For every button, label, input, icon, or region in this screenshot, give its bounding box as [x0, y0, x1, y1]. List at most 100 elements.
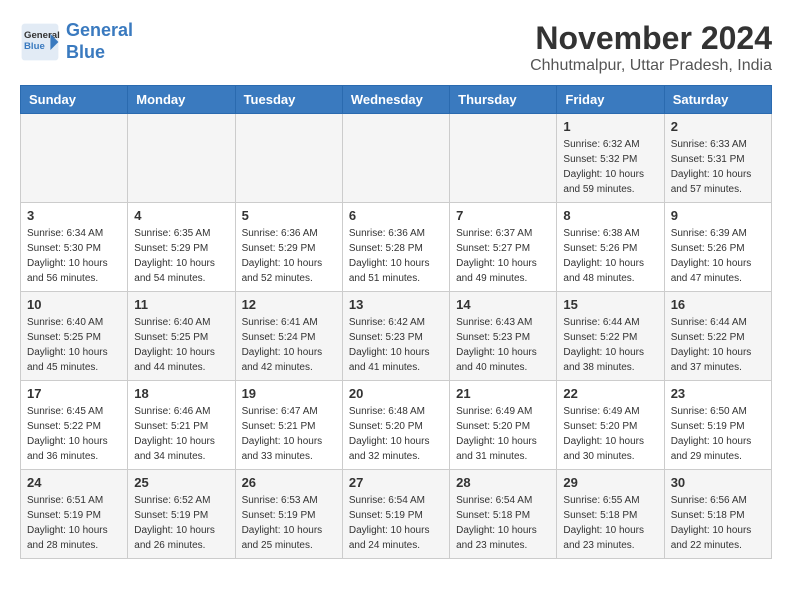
day-info: Sunrise: 6:55 AMSunset: 5:18 PMDaylight:… [563, 493, 657, 553]
day-info: Sunrise: 6:37 AMSunset: 5:27 PMDaylight:… [456, 226, 550, 286]
calendar-cell: 2 Sunrise: 6:33 AMSunset: 5:31 PMDaylight… [664, 114, 771, 203]
calendar-cell: 29 Sunrise: 6:55 AMSunset: 5:18 PMDayligh… [557, 470, 664, 559]
calendar-week-row: 3 Sunrise: 6:34 AMSunset: 5:30 PMDaylight… [21, 203, 772, 292]
day-number: 12 [242, 297, 336, 312]
calendar-cell: 20 Sunrise: 6:48 AMSunset: 5:20 PMDayligh… [342, 381, 449, 470]
day-info: Sunrise: 6:49 AMSunset: 5:20 PMDaylight:… [456, 404, 550, 464]
calendar-cell: 30Sunrise: 6:56 AMSunset: 5:18 PMDayligh… [664, 470, 771, 559]
day-info: Sunrise: 6:38 AMSunset: 5:26 PMDaylight:… [563, 226, 657, 286]
day-info: Sunrise: 6:42 AMSunset: 5:23 PMDaylight:… [349, 315, 443, 375]
calendar-table: SundayMondayTuesdayWednesdayThursdayFrid… [20, 85, 772, 559]
day-info: Sunrise: 6:40 AMSunset: 5:25 PMDaylight:… [134, 315, 228, 375]
logo: General Blue General Blue [20, 20, 133, 63]
calendar-week-row: 24Sunrise: 6:51 AMSunset: 5:19 PMDayligh… [21, 470, 772, 559]
calendar-cell: 1 Sunrise: 6:32 AMSunset: 5:32 PMDaylight… [557, 114, 664, 203]
day-number: 15 [563, 297, 657, 312]
calendar-cell: 19Sunrise: 6:47 AMSunset: 5:21 PMDayligh… [235, 381, 342, 470]
day-number: 20 [349, 386, 443, 401]
calendar-cell: 4 Sunrise: 6:35 AMSunset: 5:29 PMDaylight… [128, 203, 235, 292]
day-header-thursday: Thursday [450, 86, 557, 114]
calendar-cell: 10Sunrise: 6:40 AMSunset: 5:25 PMDayligh… [21, 292, 128, 381]
day-info: Sunrise: 6:32 AMSunset: 5:32 PMDaylight:… [563, 137, 657, 197]
day-info: Sunrise: 6:51 AMSunset: 5:19 PMDaylight:… [27, 493, 121, 553]
day-info: Sunrise: 6:36 AMSunset: 5:29 PMDaylight:… [242, 226, 336, 286]
calendar-cell: 25Sunrise: 6:52 AMSunset: 5:19 PMDayligh… [128, 470, 235, 559]
title-section: November 2024 Chhutmalpur, Uttar Pradesh… [530, 20, 772, 75]
day-number: 23 [671, 386, 765, 401]
day-info: Sunrise: 6:54 AMSunset: 5:19 PMDaylight:… [349, 493, 443, 553]
calendar-cell: 23 Sunrise: 6:50 AMSunset: 5:19 PMDayligh… [664, 381, 771, 470]
day-header-sunday: Sunday [21, 86, 128, 114]
day-info: Sunrise: 6:46 AMSunset: 5:21 PMDaylight:… [134, 404, 228, 464]
day-info: Sunrise: 6:39 AMSunset: 5:26 PMDaylight:… [671, 226, 765, 286]
calendar-week-row: 1 Sunrise: 6:32 AMSunset: 5:32 PMDaylight… [21, 114, 772, 203]
day-info: Sunrise: 6:44 AMSunset: 5:22 PMDaylight:… [563, 315, 657, 375]
day-info: Sunrise: 6:56 AMSunset: 5:18 PMDaylight:… [671, 493, 765, 553]
day-number: 2 [671, 119, 765, 134]
day-number: 27 [349, 475, 443, 490]
calendar-cell [342, 114, 449, 203]
day-header-monday: Monday [128, 86, 235, 114]
logo-text: General Blue [66, 20, 133, 63]
calendar-header-row: SundayMondayTuesdayWednesdayThursdayFrid… [21, 86, 772, 114]
svg-text:Blue: Blue [24, 41, 45, 52]
calendar-cell: 5 Sunrise: 6:36 AMSunset: 5:29 PMDaylight… [235, 203, 342, 292]
calendar-cell: 3 Sunrise: 6:34 AMSunset: 5:30 PMDaylight… [21, 203, 128, 292]
calendar-cell [235, 114, 342, 203]
day-number: 26 [242, 475, 336, 490]
day-number: 8 [563, 208, 657, 223]
day-info: Sunrise: 6:50 AMSunset: 5:19 PMDaylight:… [671, 404, 765, 464]
day-number: 16 [671, 297, 765, 312]
calendar-cell: 8 Sunrise: 6:38 AMSunset: 5:26 PMDaylight… [557, 203, 664, 292]
day-number: 18 [134, 386, 228, 401]
calendar-cell [450, 114, 557, 203]
day-header-wednesday: Wednesday [342, 86, 449, 114]
calendar-cell: 9 Sunrise: 6:39 AMSunset: 5:26 PMDaylight… [664, 203, 771, 292]
day-number: 29 [563, 475, 657, 490]
calendar-title: November 2024 [530, 20, 772, 57]
day-info: Sunrise: 6:34 AMSunset: 5:30 PMDaylight:… [27, 226, 121, 286]
day-info: Sunrise: 6:43 AMSunset: 5:23 PMDaylight:… [456, 315, 550, 375]
day-info: Sunrise: 6:33 AMSunset: 5:31 PMDaylight:… [671, 137, 765, 197]
day-number: 3 [27, 208, 121, 223]
day-number: 11 [134, 297, 228, 312]
page-header: General Blue General Blue November 2024 … [20, 20, 772, 75]
day-number: 1 [563, 119, 657, 134]
calendar-cell: 24Sunrise: 6:51 AMSunset: 5:19 PMDayligh… [21, 470, 128, 559]
day-number: 5 [242, 208, 336, 223]
day-header-saturday: Saturday [664, 86, 771, 114]
day-info: Sunrise: 6:44 AMSunset: 5:22 PMDaylight:… [671, 315, 765, 375]
calendar-cell: 22Sunrise: 6:49 AMSunset: 5:20 PMDayligh… [557, 381, 664, 470]
day-info: Sunrise: 6:36 AMSunset: 5:28 PMDaylight:… [349, 226, 443, 286]
calendar-cell: 17Sunrise: 6:45 AMSunset: 5:22 PMDayligh… [21, 381, 128, 470]
day-number: 4 [134, 208, 228, 223]
day-number: 14 [456, 297, 550, 312]
calendar-week-row: 17Sunrise: 6:45 AMSunset: 5:22 PMDayligh… [21, 381, 772, 470]
day-info: Sunrise: 6:48 AMSunset: 5:20 PMDaylight:… [349, 404, 443, 464]
calendar-cell: 7Sunrise: 6:37 AMSunset: 5:27 PMDaylight… [450, 203, 557, 292]
calendar-cell: 14 Sunrise: 6:43 AMSunset: 5:23 PMDayligh… [450, 292, 557, 381]
day-number: 19 [242, 386, 336, 401]
calendar-cell: 12 Sunrise: 6:41 AMSunset: 5:24 PMDayligh… [235, 292, 342, 381]
day-info: Sunrise: 6:53 AMSunset: 5:19 PMDaylight:… [242, 493, 336, 553]
day-info: Sunrise: 6:52 AMSunset: 5:19 PMDaylight:… [134, 493, 228, 553]
day-info: Sunrise: 6:54 AMSunset: 5:18 PMDaylight:… [456, 493, 550, 553]
calendar-cell: 11 Sunrise: 6:40 AMSunset: 5:25 PMDayligh… [128, 292, 235, 381]
day-number: 21 [456, 386, 550, 401]
day-number: 6 [349, 208, 443, 223]
day-number: 10 [27, 297, 121, 312]
calendar-cell: 18 Sunrise: 6:46 AMSunset: 5:21 PMDayligh… [128, 381, 235, 470]
calendar-cell: 28 Sunrise: 6:54 AMSunset: 5:18 PMDayligh… [450, 470, 557, 559]
day-info: Sunrise: 6:45 AMSunset: 5:22 PMDaylight:… [27, 404, 121, 464]
day-number: 13 [349, 297, 443, 312]
day-number: 28 [456, 475, 550, 490]
calendar-cell: 27 Sunrise: 6:54 AMSunset: 5:19 PMDayligh… [342, 470, 449, 559]
calendar-subtitle: Chhutmalpur, Uttar Pradesh, India [530, 57, 772, 75]
calendar-cell [128, 114, 235, 203]
day-info: Sunrise: 6:35 AMSunset: 5:29 PMDaylight:… [134, 226, 228, 286]
day-number: 9 [671, 208, 765, 223]
calendar-cell: 13 Sunrise: 6:42 AMSunset: 5:23 PMDayligh… [342, 292, 449, 381]
day-info: Sunrise: 6:41 AMSunset: 5:24 PMDaylight:… [242, 315, 336, 375]
calendar-cell: 16 Sunrise: 6:44 AMSunset: 5:22 PMDayligh… [664, 292, 771, 381]
calendar-cell: 6 Sunrise: 6:36 AMSunset: 5:28 PMDaylight… [342, 203, 449, 292]
